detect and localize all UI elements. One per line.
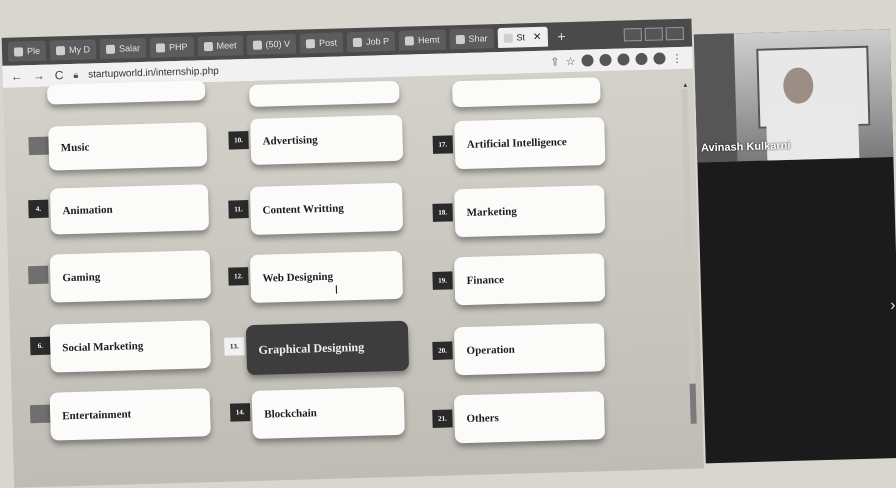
menu-icon[interactable]: ⋮ bbox=[671, 51, 682, 64]
category-card[interactable]: Content Writting bbox=[249, 182, 404, 235]
category-number bbox=[29, 404, 51, 424]
category-card[interactable]: Artificial Intelligence bbox=[454, 117, 606, 170]
browser-tab[interactable]: (50) V bbox=[246, 33, 297, 56]
category-card[interactable]: Animation bbox=[49, 184, 210, 235]
category-number: 19. bbox=[432, 271, 453, 290]
category-card[interactable]: Social Marketing bbox=[49, 320, 211, 373]
screen-capture: Ple My D Salar PHP Meet (50) V Post Job … bbox=[0, 0, 896, 488]
chevron-right-icon[interactable]: › bbox=[890, 297, 896, 315]
category-number: 4. bbox=[28, 199, 49, 219]
extension-icon[interactable] bbox=[635, 52, 648, 65]
star-icon[interactable]: ☆ bbox=[565, 54, 575, 67]
category-card[interactable] bbox=[452, 77, 601, 108]
extension-icon[interactable] bbox=[599, 53, 612, 66]
category-number: 12. bbox=[228, 267, 249, 286]
category-label: Animation bbox=[62, 203, 113, 218]
reload-icon[interactable]: C bbox=[55, 68, 64, 82]
category-label: Web Designing bbox=[262, 270, 334, 285]
browser-tab[interactable]: Meet bbox=[197, 35, 243, 57]
maximize-icon[interactable] bbox=[644, 26, 663, 41]
toolbar-extensions: ⇪ ☆ ⋮ bbox=[550, 51, 692, 68]
browser-tab[interactable]: Shar bbox=[449, 28, 494, 50]
category-number: 18. bbox=[432, 203, 453, 222]
tab-favicon-icon bbox=[455, 34, 465, 44]
participant-video: Avinash Kulkarni bbox=[693, 29, 894, 163]
category-number: 21. bbox=[432, 409, 453, 428]
tab-favicon-icon bbox=[352, 37, 363, 47]
text-cursor-icon: I bbox=[334, 282, 339, 297]
category-label: Advertising bbox=[262, 134, 318, 148]
tab-favicon-icon bbox=[252, 40, 262, 50]
tab-favicon-icon bbox=[55, 45, 66, 55]
extension-icon[interactable] bbox=[617, 52, 630, 66]
tab-favicon-icon bbox=[503, 33, 513, 43]
category-card[interactable]: Music bbox=[48, 122, 208, 171]
browser-tab[interactable]: PHP bbox=[149, 36, 194, 58]
browser-tab[interactable]: Hemt bbox=[398, 29, 446, 51]
close-tab-icon[interactable]: ✕ bbox=[533, 31, 542, 42]
back-arrow-icon[interactable]: ← bbox=[11, 69, 23, 83]
category-number: 14. bbox=[229, 403, 251, 422]
category-card[interactable] bbox=[249, 80, 400, 107]
category-card[interactable]: Advertising bbox=[250, 114, 404, 165]
forward-arrow-icon[interactable]: → bbox=[33, 69, 45, 83]
category-number bbox=[28, 265, 49, 285]
browser-tab[interactable]: Salar bbox=[99, 37, 147, 60]
category-label: Operation bbox=[466, 343, 516, 358]
category-card[interactable]: Operation bbox=[453, 323, 606, 376]
browser-tab-active[interactable]: St ✕ bbox=[497, 26, 548, 49]
category-label: Entertainment bbox=[62, 408, 132, 423]
category-label: Marketing bbox=[466, 205, 517, 219]
category-card[interactable]: Others bbox=[453, 391, 606, 444]
video-call-panel: Avinash Kulkarni › bbox=[693, 29, 896, 464]
category-label: Social Marketing bbox=[62, 340, 144, 355]
lock-icon: 🔒︎ bbox=[73, 69, 79, 80]
category-card[interactable]: Blockchain bbox=[251, 386, 405, 440]
category-label: Graphical Designing bbox=[258, 339, 365, 357]
category-label: Blockchain bbox=[264, 407, 318, 421]
category-card[interactable]: Web Designing bbox=[249, 250, 404, 304]
new-tab-icon[interactable]: + bbox=[551, 28, 572, 45]
category-number: 13. bbox=[224, 337, 245, 356]
extension-icon[interactable] bbox=[581, 53, 594, 67]
tab-favicon-icon bbox=[305, 38, 316, 48]
category-label: Finance bbox=[466, 273, 505, 287]
browser-tab[interactable]: Post bbox=[299, 32, 344, 54]
browser-tab[interactable]: Ple bbox=[7, 40, 47, 62]
category-number bbox=[28, 136, 49, 156]
profile-icon[interactable] bbox=[653, 51, 666, 65]
minimize-icon[interactable] bbox=[623, 27, 642, 41]
category-label: Content Writting bbox=[262, 202, 344, 217]
category-card[interactable]: Gaming bbox=[49, 250, 212, 303]
browser-tab[interactable]: Job P bbox=[346, 30, 396, 53]
tab-favicon-icon bbox=[105, 44, 116, 54]
category-number: 11. bbox=[228, 200, 249, 219]
scrollbar-thumb[interactable] bbox=[689, 383, 697, 424]
category-card[interactable]: Marketing bbox=[454, 185, 606, 238]
category-card[interactable]: Finance bbox=[453, 253, 606, 306]
tab-favicon-icon bbox=[203, 41, 213, 51]
category-card[interactable] bbox=[46, 80, 206, 105]
category-label: Gaming bbox=[62, 271, 101, 285]
tab-favicon-icon bbox=[155, 42, 166, 53]
category-number: 10. bbox=[228, 131, 249, 150]
category-number: 20. bbox=[432, 341, 453, 360]
tab-favicon-icon bbox=[13, 46, 24, 57]
scrollbar[interactable] bbox=[681, 88, 697, 424]
category-number: 6. bbox=[30, 336, 51, 356]
internship-page: Music 4. Animation Gaming 6. Social Mark… bbox=[3, 68, 704, 488]
share-icon[interactable]: ⇪ bbox=[550, 55, 560, 68]
category-label: Music bbox=[60, 141, 90, 155]
tab-favicon-icon bbox=[404, 35, 415, 46]
category-number: 17. bbox=[432, 135, 454, 154]
category-label: Others bbox=[466, 412, 500, 426]
participant-name: Avinash Kulkarni bbox=[700, 139, 791, 155]
browser-tab[interactable]: My D bbox=[49, 39, 97, 61]
close-window-icon[interactable] bbox=[665, 26, 684, 40]
category-label: Artificial Intelligence bbox=[466, 136, 567, 151]
category-card[interactable]: Entertainment bbox=[49, 388, 211, 441]
window-controls bbox=[623, 26, 692, 41]
category-card-selected[interactable]: Graphical Designing bbox=[245, 320, 410, 376]
